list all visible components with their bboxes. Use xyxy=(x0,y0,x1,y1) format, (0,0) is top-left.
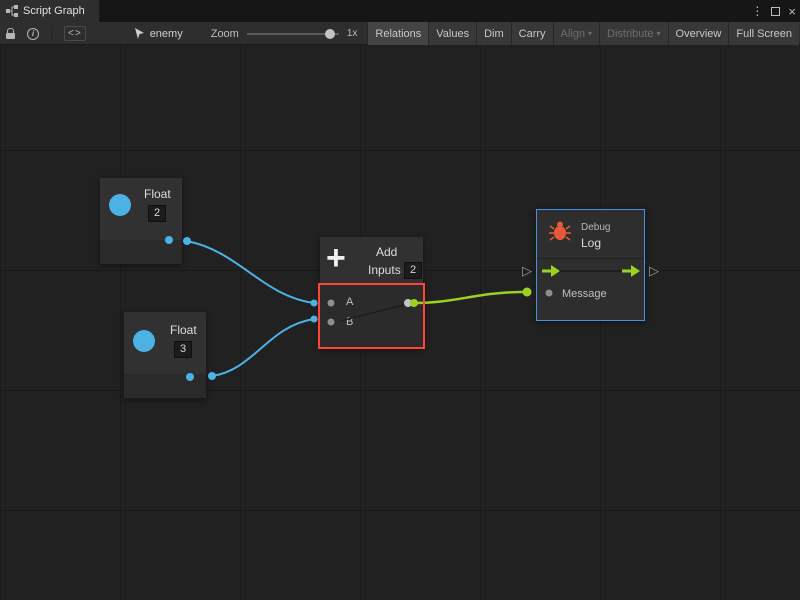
entity-name: enemy xyxy=(150,28,183,40)
distribute-dropdown[interactable]: Distribute ▾ xyxy=(599,22,667,45)
fullscreen-button[interactable]: Full Screen xyxy=(728,22,799,45)
chevron-down-icon: ▾ xyxy=(588,29,592,38)
node-add[interactable]: + Add Inputs 2 A B xyxy=(320,237,423,348)
tab-title: Script Graph xyxy=(23,5,85,17)
float1-value-port[interactable] xyxy=(109,194,131,216)
info-icon[interactable]: i xyxy=(21,22,45,45)
close-icon[interactable]: × xyxy=(788,4,796,19)
align-dropdown[interactable]: Align ▾ xyxy=(553,22,599,45)
overview-button[interactable]: Overview xyxy=(668,22,729,45)
float1-value-field[interactable]: 2 xyxy=(148,205,166,222)
dim-button[interactable]: Dim xyxy=(476,22,511,45)
graph-toolbar: i <> enemy Zoom 1x Relations Values Dim … xyxy=(0,22,800,45)
flow-in-arrow-icon[interactable] xyxy=(542,265,560,277)
node-float-1[interactable]: Float 2 xyxy=(100,178,182,264)
flow-relation-line xyxy=(559,270,623,272)
add-ports-body xyxy=(320,285,423,348)
maximize-icon[interactable] xyxy=(771,7,780,16)
plus-icon: + xyxy=(326,239,346,278)
entity-indicator[interactable]: enemy xyxy=(134,28,183,40)
inputs-label: Inputs xyxy=(368,263,401,277)
node-footer xyxy=(124,374,206,398)
add-inputs-field[interactable]: 2 xyxy=(404,262,422,279)
float2-value-port[interactable] xyxy=(133,330,155,352)
tab-strip: Script Graph ⋮ × xyxy=(0,0,800,22)
relations-button[interactable]: Relations xyxy=(367,22,428,45)
kebab-menu-icon[interactable]: ⋮ xyxy=(751,4,763,18)
code-icon[interactable]: <> xyxy=(58,22,92,45)
node-title: Float xyxy=(144,187,171,201)
float2-value-field[interactable]: 3 xyxy=(174,341,192,358)
port-label-a: A xyxy=(346,296,353,308)
carry-button[interactable]: Carry xyxy=(511,22,553,45)
node-debug-log[interactable]: Debug Log Message xyxy=(536,209,645,321)
node-divider xyxy=(537,258,644,259)
zoom-slider[interactable] xyxy=(247,22,339,45)
flow-out-arrow-icon[interactable] xyxy=(622,265,640,277)
flow-input-triangle-icon[interactable]: ▷ xyxy=(522,263,532,279)
zoom-value: 1x xyxy=(347,28,358,39)
port-label-message: Message xyxy=(562,288,607,300)
cursor-icon xyxy=(134,28,145,40)
node-float-2[interactable]: Float 3 xyxy=(124,312,206,398)
node-title: Add xyxy=(376,245,397,259)
zoom-label: Zoom xyxy=(211,28,239,40)
toolbar-separator xyxy=(51,26,52,41)
graph-icon xyxy=(6,5,18,17)
node-category: Debug xyxy=(581,222,610,233)
tab-script-graph[interactable]: Script Graph xyxy=(0,0,99,22)
node-title: Log xyxy=(581,236,601,250)
node-title: Float xyxy=(170,323,197,337)
lock-icon[interactable] xyxy=(0,22,21,45)
node-footer xyxy=(100,240,182,264)
flow-output-triangle-icon[interactable]: ▷ xyxy=(649,263,659,279)
values-button[interactable]: Values xyxy=(428,22,476,45)
chevron-down-icon: ▾ xyxy=(657,29,661,38)
port-label-b: B xyxy=(346,316,353,328)
zoom-slider-knob[interactable] xyxy=(325,29,335,39)
bug-icon xyxy=(549,220,571,242)
